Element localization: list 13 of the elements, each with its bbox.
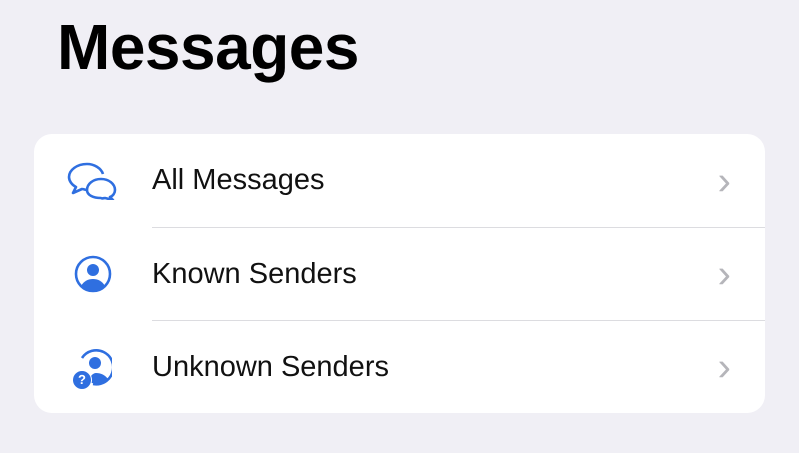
row-label: Unknown Senders (152, 350, 390, 385)
row-label: All Messages (152, 163, 326, 198)
list-row[interactable]: Unknown Senders › (152, 320, 765, 414)
chat-bubbles-icon (67, 162, 119, 200)
list-row[interactable]: Known Senders › (152, 227, 765, 320)
chevron-icon: › (718, 347, 731, 388)
person-circle-icon (74, 254, 112, 293)
chevron-icon: › (718, 254, 731, 294)
chevron-icon: › (718, 160, 731, 201)
row-label: Known Senders (152, 256, 358, 292)
question-badge: ? (72, 370, 92, 390)
page-title: Messages (57, 12, 360, 82)
list-row[interactable]: All Messages › (152, 134, 765, 228)
